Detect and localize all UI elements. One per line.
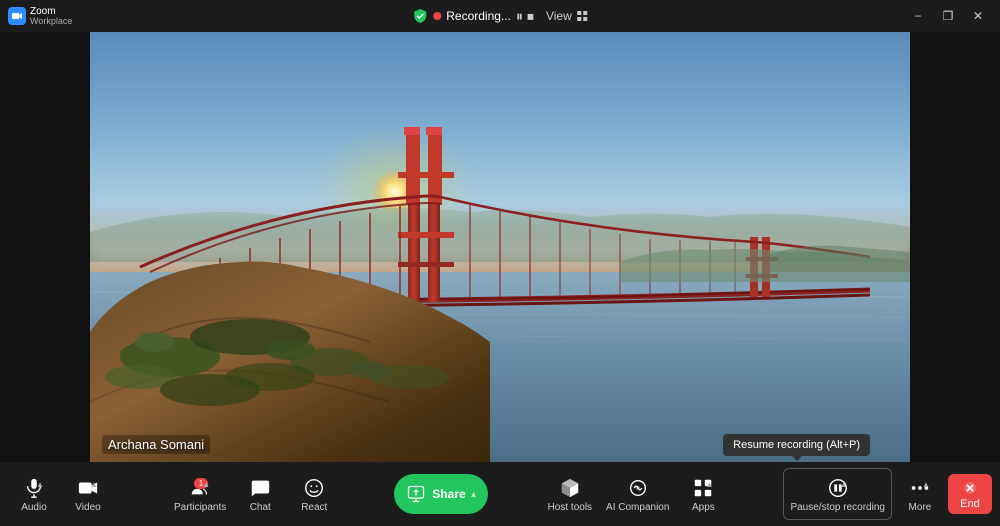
recording-dot bbox=[433, 12, 441, 20]
zoom-app-subtitle: Workplace bbox=[30, 17, 72, 26]
ai-companion-label: AI Companion bbox=[606, 502, 669, 513]
more-label: More bbox=[909, 502, 932, 513]
participant-name: Archana Somani bbox=[102, 435, 210, 454]
end-label: End bbox=[960, 498, 980, 510]
more-chevron: ▲ bbox=[922, 480, 930, 489]
apps-chevron: ▲ bbox=[706, 480, 714, 489]
titlebar-center: Recording... ⏸ ⏹ View bbox=[412, 8, 588, 25]
side-panel-right bbox=[910, 32, 1000, 462]
host-tools-label: Host tools bbox=[548, 502, 592, 513]
more-icon: ▲ bbox=[908, 476, 932, 500]
stop-recording-btn[interactable]: ⏹ bbox=[527, 8, 534, 25]
ai-companion-icon bbox=[626, 476, 650, 500]
video-label: Video bbox=[75, 502, 100, 513]
react-label: React bbox=[301, 502, 327, 513]
apps-button[interactable]: ▲ Apps bbox=[677, 468, 729, 520]
pause-recording-btn[interactable]: ⏸ bbox=[516, 8, 523, 25]
audio-button[interactable]: ▲ Audio bbox=[8, 468, 60, 520]
share-label: Share bbox=[432, 487, 465, 501]
titlebar-right: − ❐ ✕ bbox=[904, 5, 992, 27]
more-button[interactable]: ▲ More bbox=[894, 468, 946, 520]
participants-icon: 1 ▲ bbox=[188, 476, 212, 500]
end-icon bbox=[958, 478, 982, 498]
recording-text: Recording... bbox=[446, 9, 511, 23]
view-label: View bbox=[546, 9, 572, 23]
participants-label: Participants bbox=[174, 502, 226, 513]
chat-button[interactable]: Chat bbox=[234, 468, 286, 520]
camera-icon: ▲ bbox=[76, 476, 100, 500]
view-button[interactable]: View bbox=[546, 9, 588, 23]
share-button[interactable]: Share ▲ bbox=[394, 474, 487, 514]
side-panel-left bbox=[0, 32, 90, 462]
pause-stop-icon: ▲ bbox=[826, 476, 850, 500]
recording-controls[interactable]: ⏸ ⏹ bbox=[516, 8, 534, 25]
minimize-button[interactable]: − bbox=[904, 5, 932, 27]
video-chevron: ▲ bbox=[90, 480, 98, 489]
ai-companion-button[interactable]: AI Companion bbox=[600, 468, 675, 520]
zoom-app-name: Zoom bbox=[30, 7, 72, 17]
host-group: Host tools AI Companion ▲ bbox=[542, 468, 730, 520]
video-area: Archana Somani bbox=[90, 32, 910, 462]
pause-stop-label: Pause/stop recording bbox=[790, 502, 885, 513]
react-icon bbox=[302, 476, 326, 500]
share-chevron: ▲ bbox=[470, 490, 478, 499]
microphone-icon: ▲ bbox=[22, 476, 46, 500]
bridge-scene bbox=[90, 32, 910, 462]
zoom-logo-icon bbox=[8, 7, 26, 25]
end-group: ▲ Pause/stop recording ▲ More bbox=[783, 468, 992, 520]
react-button[interactable]: React bbox=[288, 468, 340, 520]
apps-label: Apps bbox=[692, 502, 715, 513]
participants-group: 1 ▲ Participants Chat bbox=[168, 468, 340, 520]
close-button[interactable]: ✕ bbox=[964, 5, 992, 27]
grid-icon bbox=[576, 10, 588, 22]
apps-icon: ▲ bbox=[691, 476, 715, 500]
audio-chevron: ▲ bbox=[36, 480, 44, 489]
host-tools-button[interactable]: Host tools bbox=[542, 468, 598, 520]
titlebar: Zoom Workplace Recording... ⏸ ⏹ View bbox=[0, 0, 1000, 32]
audio-label: Audio bbox=[21, 502, 47, 513]
pause-stop-recording-button[interactable]: ▲ Pause/stop recording bbox=[783, 468, 892, 520]
zoom-logo: Zoom Workplace bbox=[8, 7, 72, 26]
restore-button[interactable]: ❐ bbox=[934, 5, 962, 27]
shield-icon bbox=[412, 8, 428, 24]
recording-badge: Recording... ⏸ ⏹ bbox=[412, 8, 534, 25]
participants-chevron: ▲ bbox=[202, 480, 210, 489]
host-tools-icon bbox=[558, 476, 582, 500]
zoom-logo-text-group: Zoom Workplace bbox=[30, 7, 72, 26]
audio-group: ▲ Audio ▲ Video bbox=[8, 468, 114, 520]
share-group: Share ▲ bbox=[394, 474, 487, 514]
share-icon bbox=[404, 482, 428, 506]
chat-label: Chat bbox=[250, 502, 271, 513]
end-button[interactable]: End bbox=[948, 474, 992, 514]
pause-stop-chevron: ▲ bbox=[840, 480, 848, 489]
participants-button[interactable]: 1 ▲ Participants bbox=[168, 468, 232, 520]
chat-icon bbox=[248, 476, 272, 500]
toolbar: ▲ Audio ▲ Video bbox=[0, 462, 1000, 526]
titlebar-left: Zoom Workplace bbox=[8, 7, 72, 26]
video-button[interactable]: ▲ Video bbox=[62, 468, 114, 520]
